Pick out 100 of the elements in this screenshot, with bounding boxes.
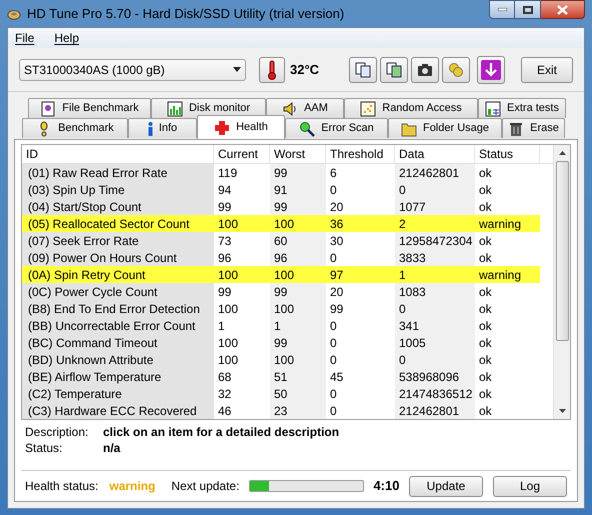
table-cell: (C3) Hardware ECC Recovered xyxy=(22,402,214,419)
drive-select[interactable]: ST31000340AS (1000 gB) xyxy=(19,58,246,80)
table-cell: 1005 xyxy=(395,334,475,351)
coins-icon xyxy=(448,62,464,78)
table-cell: (0C) Power Cycle Count xyxy=(22,283,214,300)
trash-icon xyxy=(508,120,524,136)
table-cell: (07) Seek Error Rate xyxy=(22,232,214,249)
table-cell: 341 xyxy=(395,317,475,334)
table-cell-text: 97 xyxy=(329,266,344,283)
next-update-label: Next update: xyxy=(171,478,240,495)
table-cell-text: 100 xyxy=(273,266,296,283)
toolbar-button[interactable] xyxy=(380,56,408,82)
table-cell: (BC) Command Timeout xyxy=(22,334,214,351)
footer-button[interactable]: Log xyxy=(493,476,567,496)
health-status-value: warning xyxy=(109,478,156,495)
tab[interactable]: AAM xyxy=(266,98,344,118)
dropdown-arrow-icon xyxy=(233,67,241,72)
table-cell: 51 xyxy=(270,368,326,385)
table-cell: 212462801 xyxy=(395,164,475,181)
tab[interactable]: File Benchmark xyxy=(28,98,151,118)
maximize-icon xyxy=(522,6,532,14)
camera-icon xyxy=(417,62,433,76)
table-cell-text: (0A) Spin Retry Count xyxy=(27,266,146,283)
copy-icon xyxy=(386,62,402,78)
tab[interactable]: Folder Usage xyxy=(388,118,502,138)
table-cell-text: 2 xyxy=(398,216,407,232)
tab[interactable]: Info xyxy=(128,118,197,138)
maximize-button[interactable] xyxy=(515,0,541,19)
tab[interactable]: Random Access xyxy=(344,98,478,118)
table-cell: 23 xyxy=(270,402,326,419)
scrollbar[interactable] xyxy=(553,145,570,419)
temperature-reading: 32°C xyxy=(290,60,320,79)
table-cell: 0 xyxy=(395,181,475,198)
tab[interactable]: Error Scan xyxy=(285,118,388,138)
table-cell: 91 xyxy=(270,181,326,198)
detail-value: n/a xyxy=(103,440,120,457)
minimize-button[interactable] xyxy=(489,0,515,19)
scroll-down-icon xyxy=(558,409,566,413)
table-cell: (B8) End To End Error Detection xyxy=(22,300,214,317)
table-cell-text: 1 xyxy=(398,266,407,283)
table-cell: 12958472304 xyxy=(395,232,475,249)
table-cell: (09) Power On Hours Count xyxy=(22,249,214,266)
window-title: HD Tune Pro 5.70 - Hard Disk/SSD Utility (trial version) xyxy=(27,4,344,23)
table-cell-text: 100 xyxy=(273,216,296,232)
table-cell: 99 xyxy=(270,334,326,351)
temperature-button[interactable] xyxy=(259,56,285,82)
column-header[interactable]: Status xyxy=(475,145,540,163)
detail-label: Description: xyxy=(25,424,90,441)
table-cell-text: 36 xyxy=(329,216,344,232)
detail-value: click on an item for a detailed description xyxy=(103,424,340,441)
table-cell-text: warning xyxy=(478,266,522,283)
column-header[interactable]: ID xyxy=(22,145,214,163)
minimize-icon xyxy=(498,8,506,11)
table-cell: 212462801 xyxy=(395,402,475,419)
footer-button[interactable]: Update xyxy=(409,476,483,496)
tab[interactable]: Disk monitor xyxy=(151,98,266,118)
table-cell: 96 xyxy=(270,249,326,266)
table-cell: 60 xyxy=(270,232,326,249)
tab[interactable]: Benchmark xyxy=(22,118,128,138)
column-header[interactable]: Current xyxy=(214,145,270,163)
table-cell-text: 100 xyxy=(217,266,240,283)
tab[interactable]: Health xyxy=(197,115,285,139)
column-header[interactable]: Threshold xyxy=(326,145,395,163)
table-cell: 538968096 xyxy=(395,368,475,385)
table-cell: 99 xyxy=(270,164,326,181)
table-cell: (C2) Temperature xyxy=(22,385,214,402)
table-cell-text: (05) Reallocated Sector Count xyxy=(27,216,190,232)
tab[interactable]: Extra tests xyxy=(478,98,566,118)
scatter-icon xyxy=(360,100,376,116)
table-cell: (04) Start/Stop Count xyxy=(22,198,214,215)
info-icon xyxy=(148,120,153,136)
tab[interactable]: Erase xyxy=(502,118,565,138)
countdown: 4:10 xyxy=(373,477,400,496)
menu-item[interactable]: File xyxy=(15,29,34,47)
copy-icon xyxy=(355,62,371,78)
column-header[interactable]: Data xyxy=(395,145,475,163)
table-cell-text: warning xyxy=(478,216,522,232)
column-header[interactable]: Worst xyxy=(270,145,326,163)
table-cell: 50 xyxy=(270,385,326,402)
toolbar-button[interactable] xyxy=(411,56,439,82)
table-cell: 21474836512 xyxy=(395,385,475,402)
table-cell: 100 xyxy=(270,351,326,368)
close-button[interactable] xyxy=(541,0,585,19)
table-cell: (03) Spin Up Time xyxy=(22,181,214,198)
table-cell: 99 xyxy=(270,198,326,215)
magnifier-icon xyxy=(299,120,316,136)
download-button[interactable] xyxy=(477,56,505,84)
detail-label: Status: xyxy=(25,440,64,457)
health-status-label: Health status: xyxy=(25,478,98,495)
table-cell: 1077 xyxy=(395,198,475,215)
table-cell: (BD) Unknown Attribute xyxy=(22,351,214,368)
table-cell: 1 xyxy=(270,317,326,334)
bar-chart-icon xyxy=(166,100,183,116)
exit-button[interactable]: Exit xyxy=(521,56,573,82)
thermometer-icon xyxy=(267,60,277,80)
toolbar-button[interactable] xyxy=(349,56,377,82)
grid-chart-icon xyxy=(485,100,502,116)
menu-item[interactable]: Help xyxy=(54,29,80,47)
scroll-thumb[interactable] xyxy=(556,161,568,341)
table-cell: 1083 xyxy=(395,283,475,300)
